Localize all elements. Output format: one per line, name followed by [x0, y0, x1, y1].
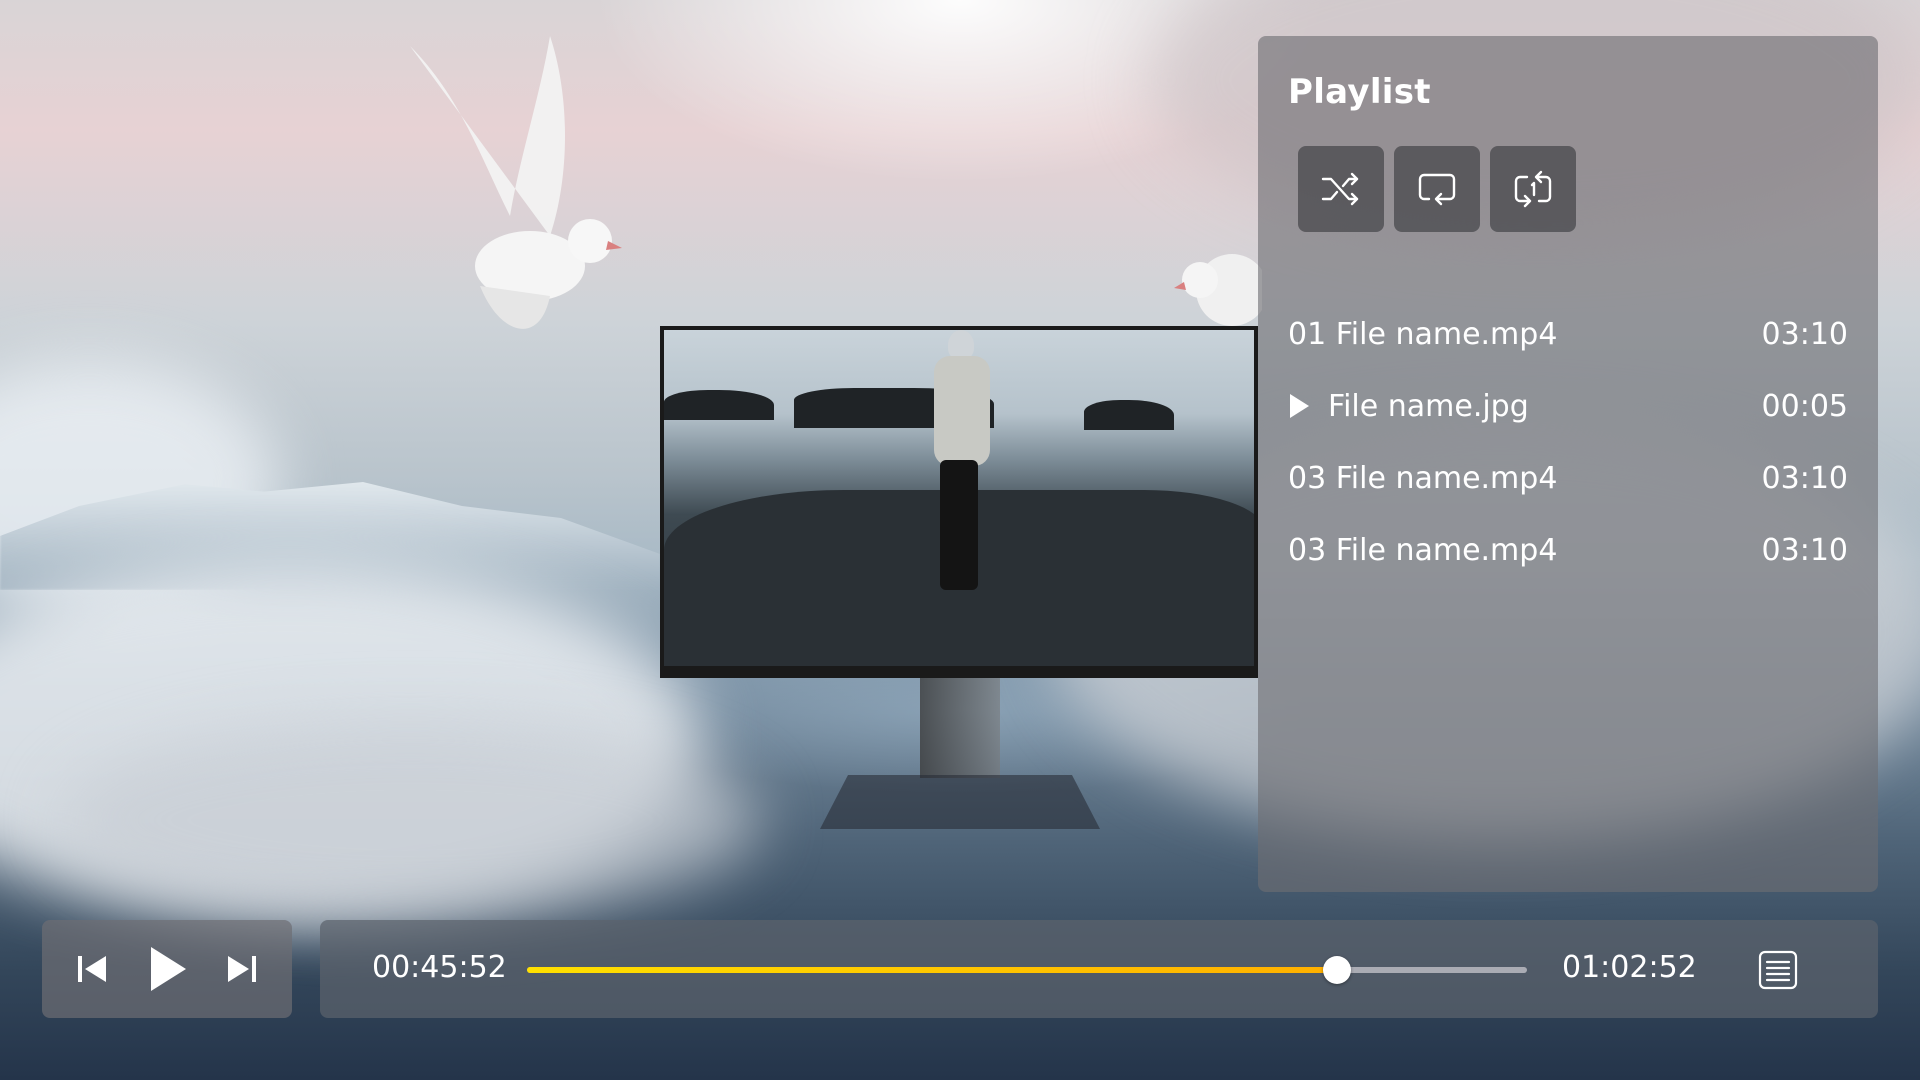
track-name: 03 File name.mp4 — [1288, 532, 1558, 568]
repeat-button[interactable] — [1394, 146, 1480, 232]
skip-previous-icon — [77, 956, 106, 982]
next-button[interactable] — [212, 939, 272, 999]
seek-bar[interactable] — [527, 956, 1527, 984]
skip-next-icon — [228, 956, 257, 982]
seek-bar-thumb[interactable] — [1323, 956, 1351, 984]
play-button[interactable] — [137, 939, 197, 999]
repeat-icon — [1418, 173, 1456, 206]
track-duration: 03:10 — [1761, 316, 1848, 352]
playlist-toggle-button[interactable] — [1750, 942, 1806, 998]
transport-controls — [42, 920, 292, 1018]
track-item[interactable]: 03 File name.mp4 03:10 — [1288, 442, 1848, 514]
shuffle-button[interactable] — [1298, 146, 1384, 232]
monitor-stand — [920, 678, 1000, 778]
monitor-base — [820, 775, 1100, 829]
playlist-icon — [1758, 950, 1798, 990]
track-name: File name.jpg — [1328, 388, 1529, 424]
now-playing-icon — [1288, 393, 1328, 419]
playlist-panel: Playlist 01 File name.mp4 03:10 File nam… — [1258, 36, 1878, 892]
track-item-playing[interactable]: File name.jpg 00:05 — [1288, 370, 1848, 442]
dove-image — [410, 36, 622, 329]
playback-mode-buttons — [1298, 146, 1576, 232]
track-item[interactable]: 03 File name.mp4 03:10 — [1288, 514, 1848, 586]
current-time: 00:45:52 — [372, 950, 507, 985]
blurred-feathers — [60, 720, 760, 920]
track-item[interactable]: 01 File name.mp4 03:10 — [1288, 298, 1848, 370]
track-name: 01 File name.mp4 — [1288, 316, 1558, 352]
monitor-screen — [660, 326, 1258, 678]
track-duration: 03:10 — [1761, 460, 1848, 496]
progress-panel: 00:45:52 01:02:52 — [320, 920, 1878, 1018]
shuffle-icon — [1321, 172, 1359, 206]
perched-dove-image — [1174, 254, 1262, 326]
monitor-image — [660, 326, 1258, 678]
track-list: 01 File name.mp4 03:10 File name.jpg 00:… — [1288, 298, 1848, 586]
repeat-one-button[interactable] — [1490, 146, 1576, 232]
track-duration: 00:05 — [1761, 388, 1848, 424]
track-name: 03 File name.mp4 — [1288, 460, 1558, 496]
track-duration: 03:10 — [1761, 532, 1848, 568]
total-time: 01:02:52 — [1562, 950, 1697, 985]
previous-button[interactable] — [62, 939, 122, 999]
play-icon — [150, 947, 186, 991]
playlist-title: Playlist — [1288, 72, 1431, 112]
seek-bar-progress — [527, 967, 1337, 973]
repeat-one-icon — [1514, 170, 1552, 208]
